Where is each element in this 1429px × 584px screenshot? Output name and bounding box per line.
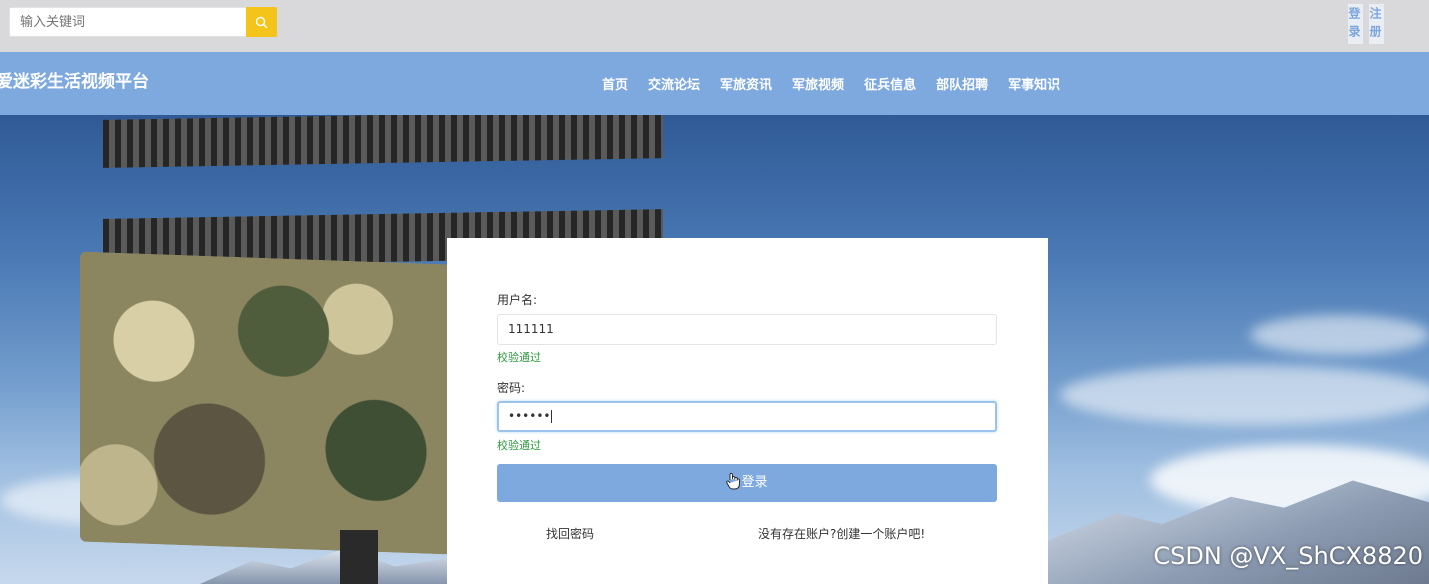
password-valid-tip: 校验通过	[497, 439, 541, 452]
username-valid-tip: 校验通过	[497, 351, 541, 364]
hand-pointer-icon	[726, 472, 741, 489]
radar-panel	[80, 251, 450, 555]
login-card: 用户名: 111111 校验通过 密码: •••••• 校验通过 登录 找回密码…	[447, 238, 1048, 584]
top-bar: 登录 注册	[0, 0, 1429, 52]
login-link[interactable]: 登录	[1347, 4, 1363, 44]
login-submit-label: 登录	[741, 475, 768, 490]
username-input[interactable]: 111111	[497, 314, 997, 345]
nav-item-home[interactable]: 首页	[592, 74, 638, 93]
create-account-link[interactable]: 没有存在账户?创建一个账户吧!	[758, 525, 925, 542]
site-title: 爱迷彩生活视频平台	[0, 72, 149, 92]
nav-item-videos[interactable]: 军旅视频	[782, 74, 854, 93]
nav-item-jobs[interactable]: 部队招聘	[926, 74, 998, 93]
nav-item-recruit-info[interactable]: 征兵信息	[854, 74, 926, 93]
login-submit-button[interactable]: 登录	[497, 464, 997, 502]
search-button[interactable]	[246, 7, 277, 37]
nav-item-knowledge[interactable]: 军事知识	[998, 74, 1070, 93]
register-link[interactable]: 注册	[1368, 4, 1384, 44]
password-input[interactable]: ••••••	[497, 401, 997, 432]
password-value: ••••••	[508, 409, 551, 423]
forgot-password-link[interactable]: 找回密码	[546, 525, 594, 542]
search-input[interactable]	[9, 7, 246, 37]
username-label: 用户名:	[497, 293, 538, 307]
nav-menu: 首页 交流论坛 军旅资讯 军旅视频 征兵信息 部队招聘 军事知识	[592, 74, 1070, 93]
password-label: 密码:	[497, 381, 526, 395]
nav-item-news[interactable]: 军旅资讯	[710, 74, 782, 93]
search-icon	[255, 16, 268, 28]
main-nav: 爱迷彩生活视频平台 首页 交流论坛 军旅资讯 军旅视频 征兵信息 部队招聘 军事…	[0, 52, 1429, 115]
radar-pole	[340, 530, 378, 584]
watermark-text: CSDN @VX_ShCX8820	[1153, 542, 1423, 570]
nav-item-forum[interactable]: 交流论坛	[638, 74, 710, 93]
radar-antenna	[103, 115, 663, 168]
text-caret	[551, 410, 553, 423]
